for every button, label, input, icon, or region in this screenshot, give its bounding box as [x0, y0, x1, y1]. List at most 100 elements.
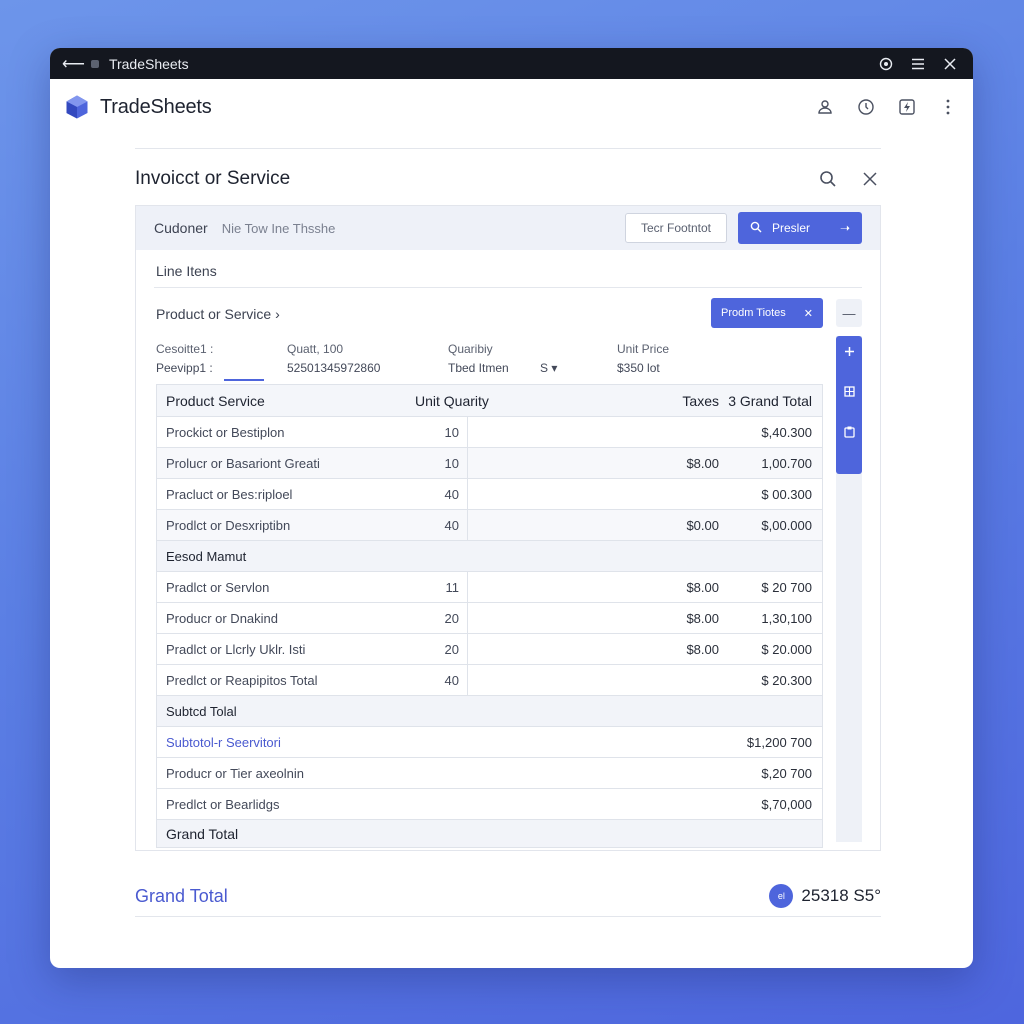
group-label: Subtcd Tolal	[166, 703, 237, 719]
table-row[interactable]: Subtotol-r Seervitori $1,200 700	[157, 726, 822, 757]
row-spacer	[467, 448, 659, 478]
dialog-header: Invoicct or Service	[135, 164, 881, 194]
row-qty: 20	[444, 610, 459, 626]
meta-value: Tbed Itmen	[448, 361, 509, 375]
customer-input[interactable]: Nie Tow Ine Thsshe	[222, 221, 336, 236]
row-desc: Prodlct or Desxriptibn	[166, 517, 291, 533]
grand-total-footer: Grand Total el 25318 S5°	[135, 881, 881, 911]
row-qty: 40	[444, 672, 459, 688]
titlebar: ⟵ TradeSheets	[50, 48, 973, 79]
footnote-button[interactable]: Tecr Footntot	[625, 213, 727, 243]
row-total: 1,30,100	[761, 610, 812, 626]
table-row[interactable]: Pracluct or Bes:riploel 40 $ 00.300	[157, 478, 822, 509]
divider	[154, 287, 862, 288]
table-row[interactable]: Producr or Tier axeolnin $,20 700	[157, 757, 822, 788]
table-group-header: Subtcd Tolal	[157, 695, 822, 726]
record-icon[interactable]	[875, 53, 897, 75]
row-desc: Producr or Dnakind	[166, 610, 278, 626]
tab-dot-icon	[90, 59, 99, 68]
arrow-right-icon: ➝	[839, 221, 850, 235]
close-icon[interactable]: ✕	[804, 307, 813, 320]
table-row[interactable]: Predlct or Bearlidgs $,70,000	[157, 788, 822, 819]
table-row[interactable]: Predlct or Reapipitos Total 40 $ 20.300	[157, 664, 822, 695]
app-header: TradeSheets	[50, 79, 973, 135]
table-row[interactable]: Pradlct or Servlon 11 $8.00 $ 20 700	[157, 571, 822, 602]
row-qty: 40	[444, 517, 459, 533]
table-row[interactable]: Prodlct or Desxriptibn 40 $0.00 $,00.000	[157, 509, 822, 540]
row-tax: $8.00	[686, 579, 719, 595]
row-spacer	[467, 634, 659, 664]
customer-label: Cudoner	[154, 220, 208, 236]
clipboard-icon[interactable]	[843, 426, 855, 466]
grid-icon[interactable]	[843, 386, 855, 426]
row-tax: $0.00	[686, 517, 719, 533]
more-icon[interactable]	[937, 96, 959, 118]
group-label: Grand Total	[166, 825, 239, 842]
row-desc: Pradlct or Servlon	[166, 579, 270, 595]
row-total: $,70,000	[761, 796, 812, 812]
app-window: ⟵ TradeSheets TradeSheets Invoicct or Se…	[50, 48, 973, 968]
row-qty: 10	[444, 424, 459, 440]
currency-badge: el	[769, 884, 794, 908]
currency-select[interactable]: S ▾	[540, 361, 557, 375]
close-icon[interactable]	[939, 53, 961, 75]
clock-icon[interactable]	[855, 96, 877, 118]
meta-label: Quaribiy	[448, 342, 493, 356]
row-total: $ 20.300	[761, 672, 812, 688]
bolt-icon[interactable]	[896, 96, 918, 118]
presler-label: Presler	[772, 221, 811, 235]
row-spacer	[467, 510, 659, 540]
currency-select-value: S	[540, 361, 549, 375]
caret-icon: ›	[275, 306, 280, 322]
row-spacer	[467, 603, 659, 633]
row-total: $,40.300	[761, 424, 812, 440]
meta-label: Unit Price	[617, 342, 670, 356]
row-desc: Predlct or Reapipitos Total	[166, 672, 318, 688]
user-icon[interactable]	[814, 96, 836, 118]
meta-label: Peevipp1 :	[156, 361, 213, 375]
app-brand: TradeSheets	[100, 95, 212, 118]
header-divider	[135, 148, 881, 149]
grand-total-label: Grand Total	[135, 885, 228, 906]
plus-icon[interactable]	[844, 346, 855, 386]
menu-icon[interactable]	[907, 53, 929, 75]
customer-filter-bar: Cudoner Nie Tow Ine Thsshe Tecr Footntot…	[136, 206, 880, 250]
row-desc: Pradlct or Llcrly Uklr. Isti	[166, 641, 306, 657]
row-spacer	[467, 665, 659, 695]
col-header-total-label: Grand Total	[739, 392, 812, 409]
presler-button[interactable]: Presler ➝	[738, 212, 862, 244]
dialog-title: Invoicct or Service	[135, 168, 291, 189]
cube-logo-icon	[66, 95, 88, 119]
row-spacer	[467, 572, 659, 602]
collapse-button[interactable]: —	[836, 299, 862, 327]
group-label: Eesod Mamut	[166, 548, 247, 564]
invoice-panel: Cudoner Nie Tow Ine Thsshe Tecr Footntot…	[135, 205, 881, 851]
search-icon	[750, 221, 762, 236]
product-tiotes-button[interactable]: Prodm Tiotes ✕	[711, 298, 823, 328]
table-row[interactable]: Producr or Dnakind 20 $8.00 1,30,100	[157, 602, 822, 633]
table-row[interactable]: Prockict or Bestiplon 10 $,40.300	[157, 416, 822, 447]
table-row[interactable]: Prolucr or Basariont Greati 10 $8.00 1,0…	[157, 447, 822, 478]
grand-total-value: 25318 S5°	[801, 886, 881, 905]
row-tax: $8.00	[686, 610, 719, 626]
row-qty: 20	[444, 641, 459, 657]
row-tax: $8.00	[686, 455, 719, 471]
meta-value: $350 lot	[617, 361, 660, 375]
row-qty: 40	[444, 486, 459, 502]
side-toolbar	[836, 336, 862, 474]
table-row[interactable]: Pradlct or Llcrly Uklr. Isti 20 $8.00 $ …	[157, 633, 822, 664]
row-spacer	[467, 479, 659, 509]
row-desc: Subtotol-r Seervitori	[166, 734, 281, 750]
col-header-tax: Taxes	[682, 392, 719, 409]
col-header-total-prefix: 3	[728, 392, 736, 409]
dialog-close-icon[interactable]	[859, 168, 881, 190]
col-header-qty: Unit Quarity	[415, 392, 489, 409]
row-desc: Pracluct or Bes:riploel	[166, 486, 293, 502]
col-header-desc: Product Service	[166, 392, 265, 409]
col-header-total: 3 Grand Total	[719, 393, 822, 409]
search-icon[interactable]	[817, 168, 839, 190]
product-label-text: Product or Service	[156, 306, 272, 322]
row-qty: 10	[444, 455, 459, 471]
row-qty: 11	[445, 579, 460, 595]
back-arrow-icon[interactable]: ⟵	[62, 54, 85, 74]
